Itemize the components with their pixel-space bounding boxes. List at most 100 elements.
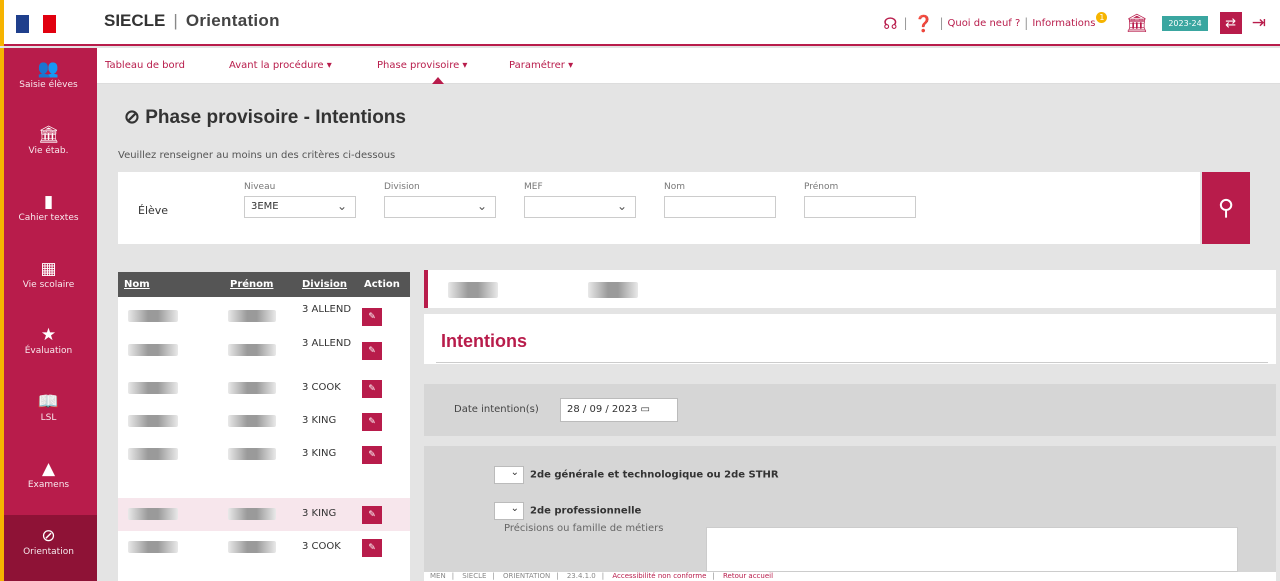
blurred-name [128,382,178,394]
sidebar: 👥 Saisie élèves 🏛 Vie étab. ▮ Cahier textes… [0,48,97,581]
row-action-button[interactable]: ✎ [362,308,382,326]
eleve-label: Élève [138,204,169,217]
division-select[interactable]: ⌄ [384,196,496,218]
row-action-button[interactable]: ✎ [362,413,382,431]
col-division[interactable]: Division [302,279,347,290]
blurred-name [128,448,178,460]
students-icon: 👥 [37,59,60,79]
search-panel: Élève Niveau 3EME ⌄ Division ⌄ MEF ⌄ Nom … [118,172,1200,244]
switch-icon[interactable]: ⇄ [1219,12,1242,34]
help-question-icon[interactable]: ❓ [914,14,934,33]
motifs-textarea[interactable] [706,527,1238,572]
app-name: SIECLE [104,11,166,30]
sidebar-item-lsl[interactable]: 📖 LSL [0,381,97,447]
school-year-badge[interactable]: 2023-24 [1162,15,1208,31]
row-division: 3 ALLEND [302,338,352,349]
col-prenom[interactable]: Prénom [230,279,273,290]
home-link[interactable]: Retour accueil [723,572,773,580]
chevron-down-icon: ⌄ [616,199,627,213]
row-action-button[interactable]: ✎ [362,539,382,557]
table-row[interactable]: 3 KING ✎ [118,438,410,471]
logout-icon[interactable]: ⇥ [1252,13,1266,33]
col-nom[interactable]: Nom [124,279,150,290]
menu-tableau-de-bord[interactable]: Tableau de bord [105,60,185,71]
row-action-button[interactable]: ✎ [362,446,382,464]
row-division: 3 ALLEND [302,304,352,315]
sidebar-item-saisie[interactable]: 👥 Saisie élèves [0,48,97,114]
col-action: Action [364,279,400,290]
menu-phase-provisoire[interactable]: Phase provisoire ▾ [377,60,467,71]
date-row: Date intention(s) 28 / 09 / 2023 ▭ [424,384,1276,436]
date-label: Date intention(s) [454,404,539,415]
choice-rank-select[interactable]: ⌄ [494,502,524,520]
module-name: Orientation [185,11,280,30]
choice-rank-select[interactable]: ⌄ [494,466,524,484]
intentions-choices: ⌄ 2de générale et technologique ou 2de ST… [424,446,1276,572]
help-headset-icon[interactable]: ☊ [883,14,897,33]
compass-icon: ⊘ [124,107,146,128]
menu-parametrer[interactable]: Paramétrer ▾ [509,60,573,71]
blurred-firstname [228,382,276,394]
student-table: Nom Prénom Division Action 3 ALLEND ✎ 3 … [118,272,410,581]
table-row[interactable]: 3 KING ✎ [118,405,410,438]
row-action-button[interactable]: ✎ [362,342,382,360]
table-row[interactable]: 3 COOK ✎ [118,372,410,405]
sidebar-item-evaluation[interactable]: ★ Évaluation [0,314,97,380]
row-division: 3 COOK [302,541,341,552]
blurred-name [128,344,178,356]
star-icon: ★ [40,325,57,345]
niveau-field: Niveau 3EME ⌄ [244,182,356,218]
open-book-icon: 📖 [37,392,60,412]
footer: MEN | SIECLE | ORIENTATION | 23.4.1.0 | Acce… [424,572,1276,581]
sidebar-item-orientation[interactable]: ⊘ Orientation [0,515,97,581]
table-row[interactable]: 3 COOK ✎ [118,531,410,564]
intentions-section: Intentions [424,314,1276,364]
mef-select[interactable]: ⌄ [524,196,636,218]
blurred-name [128,541,178,553]
blurred-firstname [228,344,276,356]
nom-input[interactable] [664,196,776,218]
date-input[interactable]: 28 / 09 / 2023 ▭ [560,398,678,422]
chevron-down-icon: ⌄ [336,199,347,213]
table-row[interactable]: 3 ALLEND ✎ [118,334,410,367]
nom-field: Nom [664,182,776,218]
accessibility-link[interactable]: Accessibilité non conforme [612,572,706,580]
app-header: SIECLE | Orientation ☊ | ❓ | Quoi de neuf … [0,0,1280,46]
row-action-button[interactable]: ✎ [362,380,382,398]
blurred-name [128,508,178,520]
chevron-down-icon: ⌄ [476,199,487,213]
selected-student-bar [424,270,1276,308]
table-header: Nom Prénom Division Action [118,272,410,297]
app-brand: SIECLE | Orientation [104,11,280,30]
choice-2de-gt: ⌄ 2de générale et technologique ou 2de ST… [494,466,779,484]
sidebar-item-examens[interactable]: ▲ Examens [0,448,97,514]
top-menu: Tableau de bord Avant la procédure ▾ Pha… [97,48,1280,84]
sidebar-item-vie-scolaire[interactable]: ▦ Vie scolaire [0,248,97,314]
choice-2de-pro: ⌄ 2de professionnelle [494,502,641,520]
sidebar-item-vie-etab[interactable]: 🏛 Vie étab. [0,114,97,180]
page-title: ⊘ Phase provisoire - Intentions [124,107,406,128]
blurred-name [128,415,178,427]
search-button[interactable]: ⚲ [1202,172,1250,244]
menu-avant-procedure[interactable]: Avant la procédure ▾ [229,60,332,71]
blurred-firstname [228,310,276,322]
blurred-firstname [228,541,276,553]
sidebar-item-cahier[interactable]: ▮ Cahier textes [0,181,97,247]
blurred-firstname [228,448,276,460]
row-division: 3 KING [302,508,337,519]
prenom-field: Prénom [804,182,916,218]
calendar-icon[interactable]: ▭ [641,404,650,415]
table-row[interactable]: 3 ALLEND ✎ [118,300,410,333]
informations-link[interactable]: Informations1 [1032,11,1108,29]
prenom-input[interactable] [804,196,916,218]
motifs-label: Précisions ou famille de métiers [504,523,664,534]
info-badge: 1 [1096,11,1108,23]
niveau-select[interactable]: 3EME ⌄ [244,196,356,218]
blurred-firstname [228,415,276,427]
republique-flag-logo [16,15,56,33]
blurred-student-firstname [588,282,638,298]
whats-new-link[interactable]: Quoi de neuf ? [947,18,1020,29]
institution-icon[interactable]: 🏛 [1125,13,1148,34]
table-row-selected[interactable]: 3 KING ✎ [118,498,410,531]
row-action-button[interactable]: ✎ [362,506,382,524]
